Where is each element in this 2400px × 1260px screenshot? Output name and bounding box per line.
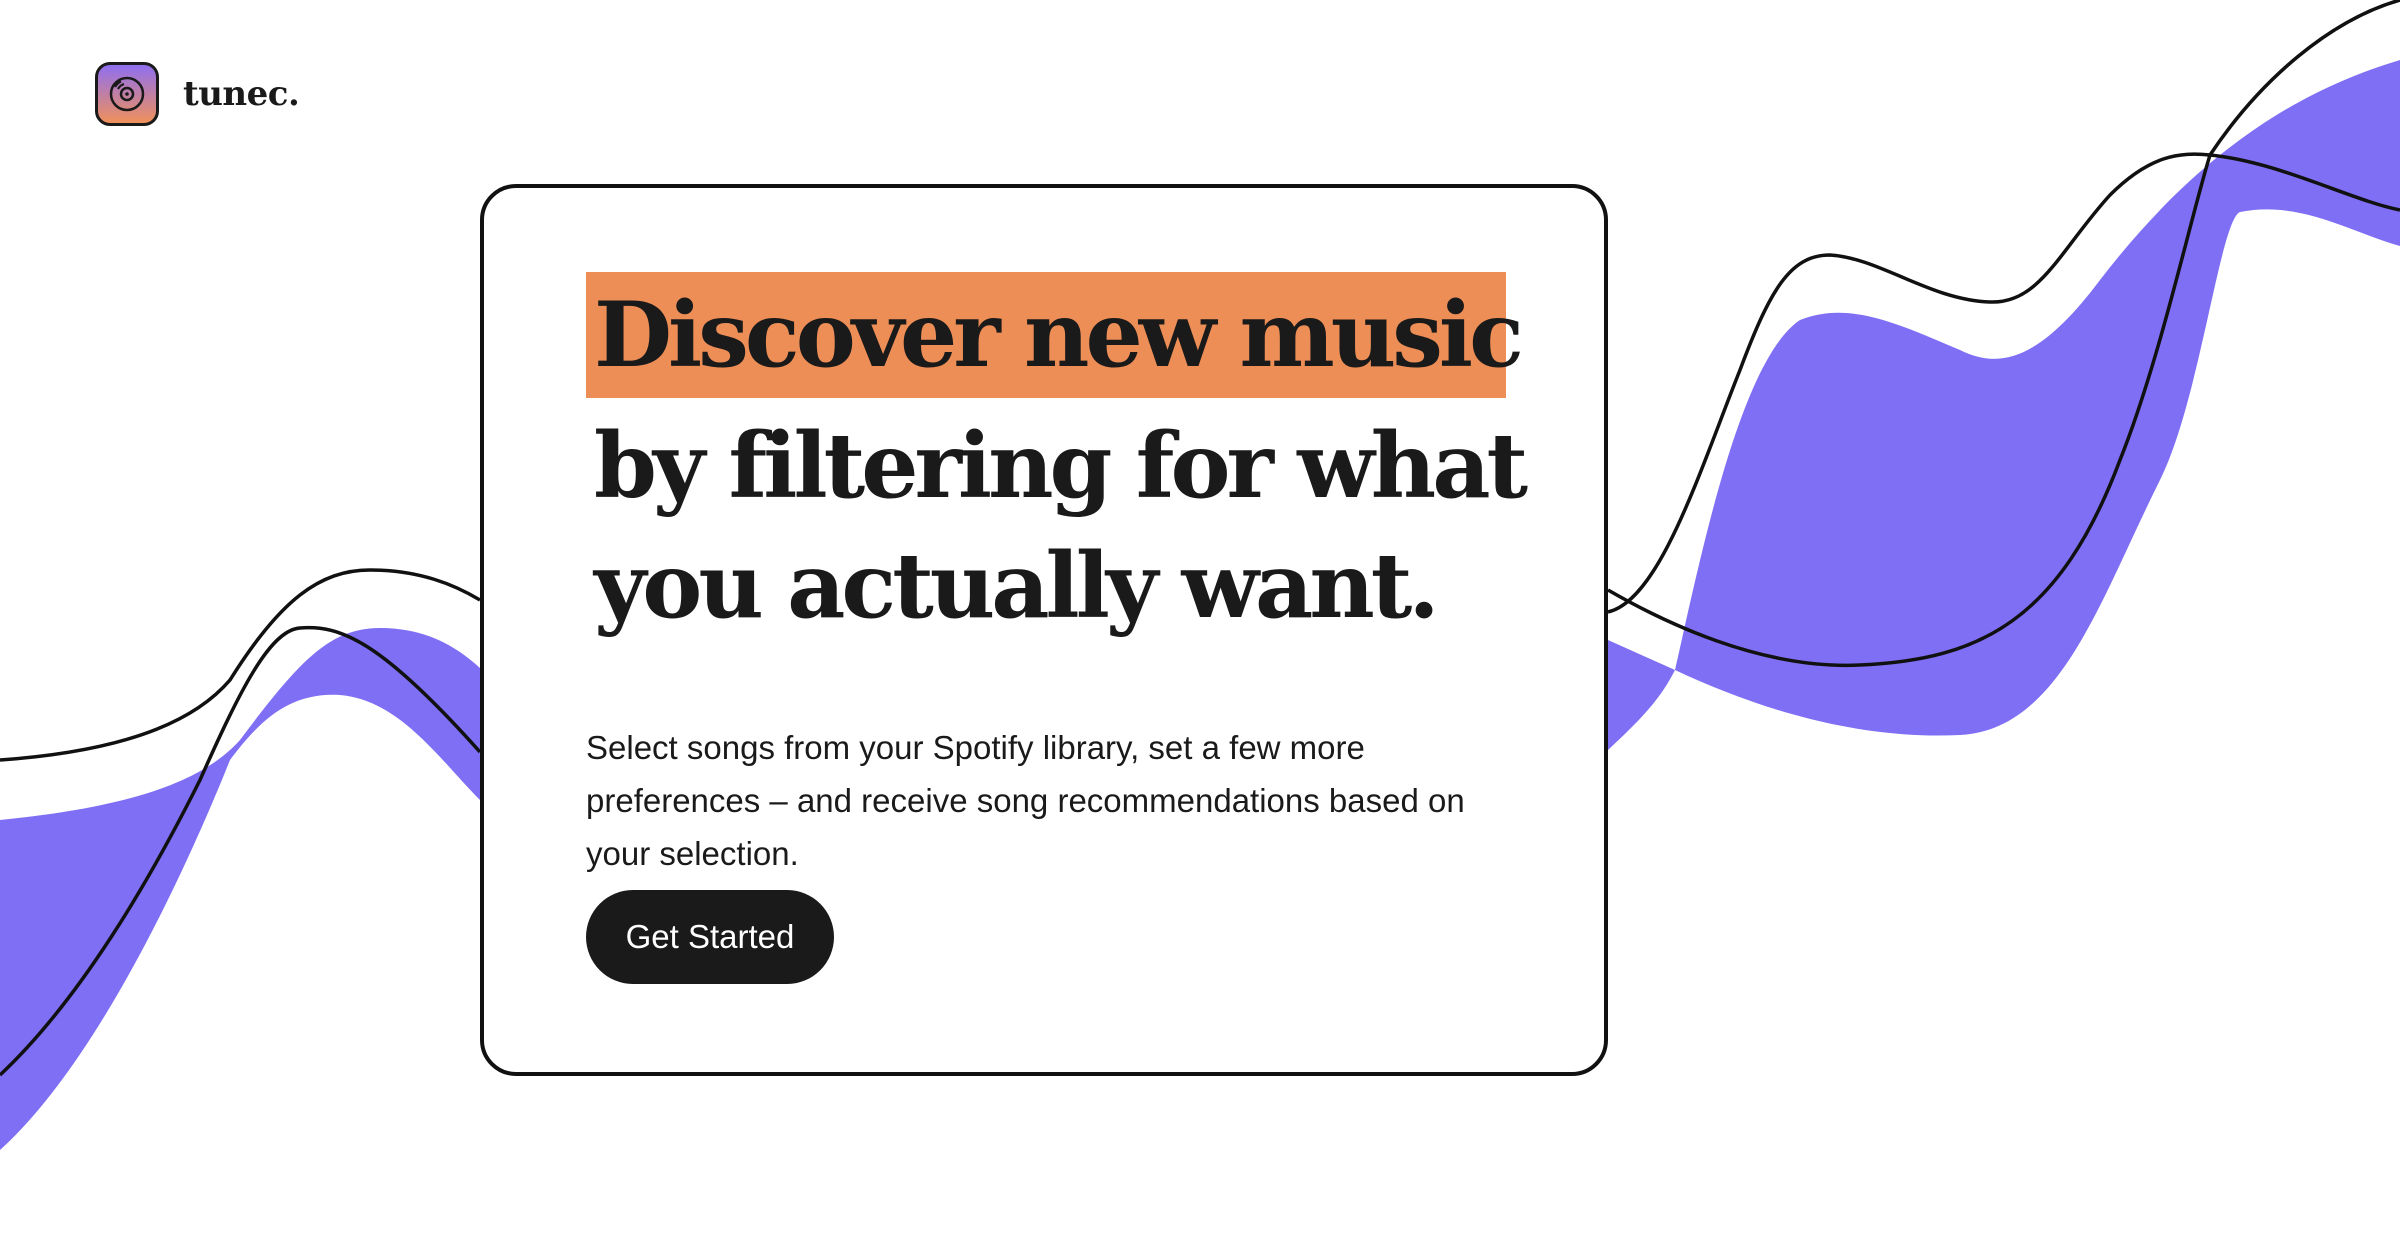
headline-highlight: Discover new music bbox=[594, 282, 1524, 388]
headline-line-3: you actually want. bbox=[594, 533, 1440, 639]
hero-card: Discover new music by filtering for what… bbox=[480, 184, 1608, 1076]
brand-logo[interactable]: tunec. bbox=[95, 62, 300, 126]
headline-line-2: by filtering for what bbox=[594, 413, 1528, 519]
brand-name: tunec. bbox=[183, 74, 300, 114]
get-started-button[interactable]: Get Started bbox=[586, 890, 834, 984]
hero-description: Select songs from your Spotify library, … bbox=[586, 729, 1465, 872]
purple-wave bbox=[0, 628, 480, 1150]
vinyl-disc-icon bbox=[95, 62, 159, 126]
